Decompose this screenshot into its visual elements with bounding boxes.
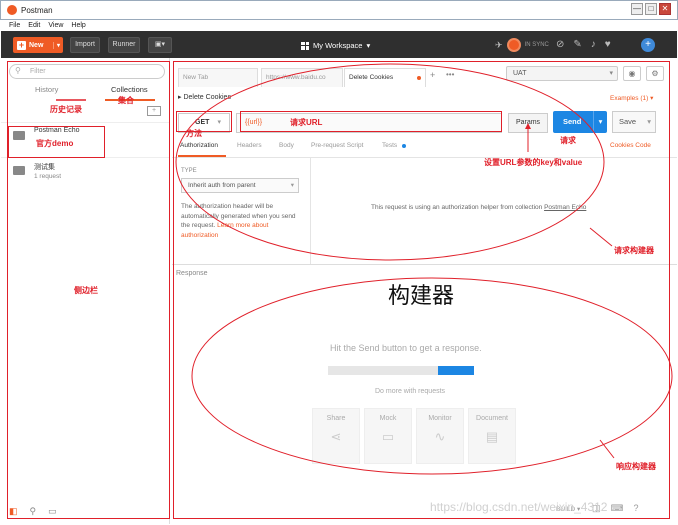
heart-icon[interactable]: ♥ xyxy=(605,39,611,50)
menu-view[interactable]: View xyxy=(48,22,63,29)
workspace-label: My Workspace xyxy=(313,41,363,50)
window-plus-icon: ▣▾ xyxy=(154,41,166,48)
chevron-down-icon[interactable]: ▾ xyxy=(52,41,63,49)
new-button[interactable]: + New ▾ xyxy=(13,37,63,53)
sidebar-annotation: 侧边栏 xyxy=(74,286,98,295)
method-annotation: 方法 xyxy=(186,129,202,138)
bell-icon[interactable]: ♪ xyxy=(591,39,596,50)
maximize-button[interactable]: □ xyxy=(645,3,657,15)
params-annotation: 设置URL参数的key和value xyxy=(484,158,583,167)
url-annotation: 请求URL xyxy=(290,118,323,127)
menu-help[interactable]: Help xyxy=(71,22,85,29)
postman-logo-icon xyxy=(7,5,17,15)
sync-icon xyxy=(506,38,521,52)
menu-edit[interactable]: Edit xyxy=(28,22,40,29)
avatar[interactable]: + xyxy=(641,38,655,52)
method-highlight-box xyxy=(176,111,232,132)
big-builder-annotation: 构建器 xyxy=(388,283,455,308)
workspace-selector[interactable]: My Workspace ▾ xyxy=(301,41,370,50)
header-toolbar: + New ▾ Import Runner ▣▾ My Workspace ▾ … xyxy=(1,31,677,58)
demo-annotation: 官方demo xyxy=(36,139,74,148)
watermark: https://blog.csdn.net/weixin_4312 xyxy=(430,500,608,514)
sync-status[interactable]: ✈ IN SYNC xyxy=(495,38,549,52)
workspace-grid-icon xyxy=(301,41,309,50)
satellite-icon[interactable]: ⊘ xyxy=(556,39,564,50)
menu-bar: File Edit View Help xyxy=(1,20,677,31)
close-button[interactable]: ✕ xyxy=(659,3,671,15)
runner-button[interactable]: Runner xyxy=(108,37,140,53)
minimize-button[interactable]: — xyxy=(631,3,643,15)
menu-file[interactable]: File xyxy=(9,22,20,29)
import-button[interactable]: Import xyxy=(70,37,100,53)
wrench-icon[interactable]: ✎ xyxy=(573,39,581,50)
chevron-down-icon: ▾ xyxy=(366,41,371,50)
history-annotation: 历史记录 xyxy=(50,105,82,114)
response-builder-annotation: 响应构建器 xyxy=(616,462,656,471)
interceptor-icon[interactable]: ✈ xyxy=(495,40,503,51)
new-window-button[interactable]: ▣▾ xyxy=(148,37,172,53)
window-title: Postman xyxy=(21,5,53,15)
collections-annotation: 集合 xyxy=(118,96,134,105)
builder-annotation: 请求构建器 xyxy=(614,246,654,255)
sync-label: IN SYNC xyxy=(524,42,549,48)
plus-icon: + xyxy=(17,39,26,50)
url-highlight-box xyxy=(240,111,502,132)
window-titlebar: Postman — □ ✕ xyxy=(0,0,678,20)
new-button-label: New xyxy=(29,41,44,49)
request-annotation: 请求 xyxy=(560,136,576,145)
